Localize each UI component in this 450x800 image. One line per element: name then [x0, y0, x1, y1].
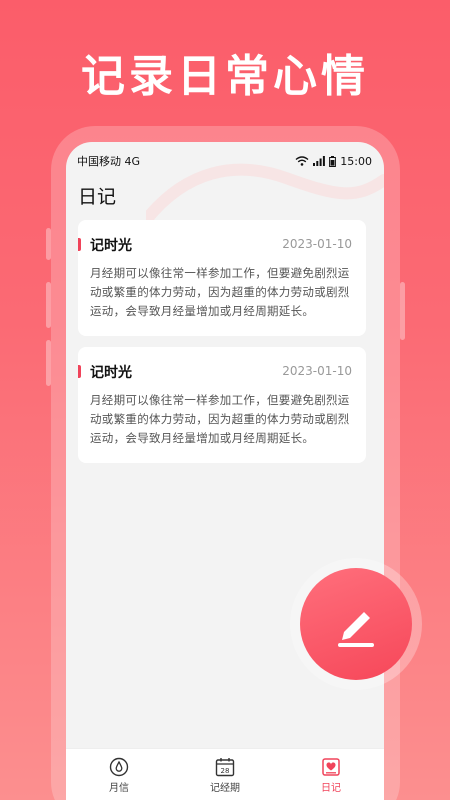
- tab-yuexin[interactable]: 月信: [79, 757, 159, 800]
- page-title: 日记: [78, 186, 117, 208]
- diary-icon: [322, 758, 340, 776]
- edit-pencil-icon: [338, 612, 374, 647]
- tab-label: 记经期: [210, 783, 240, 794]
- bottom-tab-bar: 月信 28 记经期 日记: [66, 748, 384, 800]
- app-screen: 中国移动 4G 15:00 日记 记时光 2023-01-10 月经期可以像往常…: [66, 142, 384, 800]
- diary-entry-card[interactable]: 记时光 2023-01-10 月经期可以像往常一样参加工作，但要避免剧烈运动或繁…: [78, 347, 366, 463]
- tab-period-record[interactable]: 28 记经期: [185, 757, 265, 800]
- status-bar: 中国移动 4G 15:00: [66, 142, 384, 180]
- card-accent-bar: [78, 238, 81, 251]
- entry-title: 记时光: [90, 238, 132, 254]
- signal-icon: [313, 156, 326, 166]
- phone-side-button: [400, 282, 405, 340]
- phone-side-button: [46, 282, 51, 328]
- calendar-icon: 28: [215, 758, 235, 777]
- entry-body: 月经期可以像往常一样参加工作，但要避免剧烈运动或繁重的体力劳动，因为超重的体力劳…: [90, 393, 350, 445]
- tab-label: 日记: [321, 783, 341, 794]
- calendar-day-number: 28: [221, 767, 230, 775]
- diary-entry-card[interactable]: 记时光 2023-01-10 月经期可以像往常一样参加工作，但要避免剧烈运动或繁…: [78, 220, 366, 336]
- phone-side-button: [46, 228, 51, 260]
- status-icons: 15:00: [295, 155, 372, 168]
- phone-side-button: [46, 340, 51, 386]
- carrier-label: 中国移动 4G: [77, 155, 141, 168]
- drop-icon: [109, 757, 129, 777]
- entry-body: 月经期可以像往常一样参加工作，但要避免剧烈运动或繁重的体力劳动，因为超重的体力劳…: [90, 266, 350, 318]
- new-entry-button[interactable]: [300, 568, 412, 680]
- promo-headline: 记录日常心情: [81, 51, 369, 102]
- card-accent-bar: [78, 365, 81, 378]
- wifi-icon: [295, 156, 309, 166]
- entry-date: 2023-01-10: [282, 364, 352, 378]
- entry-date: 2023-01-10: [282, 237, 352, 251]
- tab-label: 月信: [109, 783, 129, 794]
- tab-diary[interactable]: 日记: [291, 757, 371, 800]
- status-time: 15:00: [340, 154, 372, 168]
- entry-title: 记时光: [90, 365, 132, 381]
- battery-icon: [329, 155, 337, 167]
